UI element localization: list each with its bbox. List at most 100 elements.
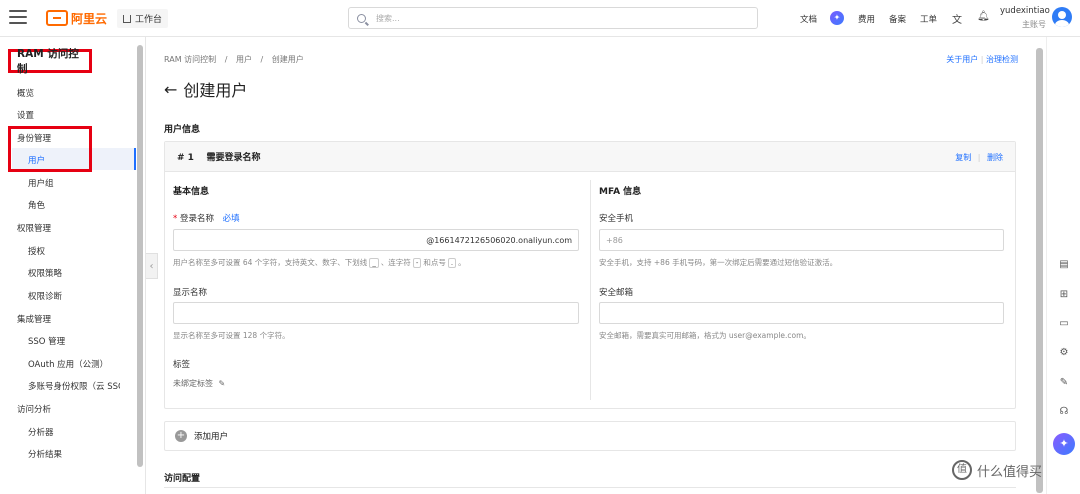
- breadcrumb-sep: /: [224, 55, 228, 64]
- top-links-sep: |: [980, 55, 984, 64]
- sidebar-scrollbar[interactable]: [137, 45, 143, 467]
- search-input[interactable]: 搜索...: [348, 7, 758, 29]
- sidebar-title: RAM 访问控制: [8, 48, 92, 75]
- top-links: 关于用户 | 治理检测: [946, 54, 1018, 65]
- docs-link[interactable]: 文档: [800, 13, 817, 25]
- login-name-suffix: @1661472126506020.onaliyun.com: [426, 235, 572, 245]
- card-header-title: # 1 需要登录名称: [177, 153, 261, 163]
- add-user-label: 添加用户: [194, 432, 229, 442]
- search-placeholder: 搜索...: [376, 13, 400, 23]
- aliyun-logo[interactable]: 阿里云: [46, 9, 107, 27]
- breadcrumb-sep: /: [260, 55, 264, 64]
- main-scrollbar[interactable]: [1036, 48, 1043, 493]
- phone-input[interactable]: +86: [599, 229, 1004, 251]
- search-icon: [357, 13, 366, 23]
- workspace-button[interactable]: 工作台: [117, 9, 169, 28]
- ai-assistant-icon[interactable]: ✦: [830, 11, 844, 25]
- edit-icon[interactable]: ✎: [219, 379, 226, 388]
- sidebar-item-settings[interactable]: 设置: [17, 109, 34, 121]
- logo-text: 阿里云: [71, 11, 108, 26]
- right-toolbar: ▤ ⊞ ▭ ⚙ ✎ ☊ ✦: [1046, 37, 1080, 494]
- sidebar-item-policies[interactable]: 权限策略: [28, 267, 62, 279]
- sidebar-item-overview[interactable]: 概览: [17, 87, 34, 99]
- avatar[interactable]: [1052, 7, 1072, 27]
- tag-value: 未绑定标签: [173, 379, 213, 388]
- copy-button[interactable]: 复制: [955, 153, 971, 162]
- about-users-link[interactable]: 关于用户: [946, 55, 978, 64]
- basic-info-title: 基本信息: [173, 187, 210, 197]
- home-icon: [123, 14, 131, 23]
- required-hint: 必填: [222, 214, 240, 224]
- sidebar-item-roles[interactable]: 角色: [28, 199, 45, 211]
- sidebar: RAM 访问控制 概览 设置 身份管理 用户 用户组 角色 权限管理 授权 权限…: [0, 37, 146, 494]
- back-arrow-icon[interactable]: ←: [164, 80, 177, 99]
- sidebar-group-permissions[interactable]: 权限管理: [17, 222, 51, 234]
- governance-check-link[interactable]: 治理检测: [986, 55, 1018, 64]
- billing-link[interactable]: 费用: [858, 13, 875, 25]
- mfa-info-title: MFA 信息: [599, 187, 642, 197]
- tag-label: 标签: [173, 360, 191, 370]
- plus-icon: +: [175, 430, 187, 442]
- email-label: 安全邮箱: [599, 288, 634, 298]
- support-icon[interactable]: ☊: [1058, 406, 1070, 418]
- section-access-config: 访问配置: [164, 474, 201, 484]
- terminal-icon[interactable]: ▭: [1058, 318, 1070, 330]
- card-header: # 1 需要登录名称 复制 | 删除: [165, 142, 1015, 172]
- page-title-text: 创建用户: [183, 81, 248, 100]
- column-divider: [590, 180, 591, 400]
- hint-kbd-hyphen: -: [412, 258, 422, 268]
- language-icon[interactable]: 文: [952, 11, 962, 26]
- tag-row[interactable]: 未绑定标签 ✎: [173, 378, 225, 389]
- icp-link[interactable]: 备案: [889, 13, 906, 25]
- hint-text: 和点号: [423, 258, 446, 267]
- main-content: RAM 访问控制 / 用户 / 创建用户 关于用户 | 治理检测 ← 创建用户 …: [147, 37, 1032, 494]
- sidebar-item-analysis-results[interactable]: 分析结果: [28, 448, 62, 460]
- required-mark: *: [173, 214, 178, 224]
- sidebar-item-user-groups[interactable]: 用户组: [28, 177, 54, 189]
- user-role: 主账号: [1022, 20, 1046, 29]
- breadcrumb-users[interactable]: 用户: [236, 55, 252, 64]
- sidebar-item-oauth[interactable]: OAuth 应用（公测）: [28, 358, 108, 370]
- feedback-edit-icon[interactable]: ✎: [1058, 377, 1070, 389]
- sidebar-item-sso[interactable]: SSO 管理: [28, 335, 65, 347]
- user-name: yudexintiao: [1000, 6, 1050, 16]
- display-name-hint: 显示名称至多可设置 128 个字符。: [173, 331, 290, 340]
- bell-icon[interactable]: 🔔︎: [977, 11, 990, 22]
- hint-text: 。: [458, 258, 466, 267]
- user-card: # 1 需要登录名称 复制 | 删除 基本信息 * 登录名称 必填 @16614…: [164, 141, 1016, 409]
- delete-button[interactable]: 删除: [987, 153, 1003, 162]
- sidebar-item-analyzer[interactable]: 分析器: [28, 426, 54, 438]
- display-name-label: 显示名称: [173, 288, 208, 298]
- section-user-info: 用户信息: [164, 125, 201, 135]
- hint-text: 、连字符: [380, 258, 411, 267]
- breadcrumb-ram[interactable]: RAM 访问控制: [164, 55, 216, 64]
- card-actions: 复制 | 删除: [951, 152, 1003, 163]
- sidebar-item-diagnosis[interactable]: 权限诊断: [28, 290, 62, 302]
- user-info[interactable]: yudexintiao 主账号: [1000, 6, 1050, 30]
- breadcrumb-current: 创建用户: [271, 55, 304, 64]
- document-icon[interactable]: ▤: [1058, 259, 1070, 271]
- email-input[interactable]: [599, 302, 1004, 324]
- sidebar-group-access-analysis[interactable]: 访问分析: [17, 403, 51, 415]
- login-name-input[interactable]: @1661472126506020.onaliyun.com: [173, 229, 579, 251]
- login-name-label-text: 登录名称: [179, 214, 214, 224]
- api-icon[interactable]: ⊞: [1058, 289, 1070, 301]
- sidebar-item-grants[interactable]: 授权: [28, 245, 45, 257]
- ticket-link[interactable]: 工单: [920, 13, 937, 25]
- ai-assistant-icon[interactable]: ✦: [1053, 433, 1075, 455]
- highlight-annotation-box: [8, 126, 92, 172]
- phone-label: 安全手机: [599, 214, 634, 224]
- add-user-button[interactable]: + 添加用户: [164, 421, 1016, 451]
- login-name-hint: 用户名称至多可设置 64 个字符，支持英文、数字、下划线 _ 、连字符 - 和点号.。: [173, 257, 466, 268]
- login-name-label: * 登录名称 必填: [173, 212, 240, 224]
- gear-icon[interactable]: ⚙: [1058, 347, 1070, 359]
- hint-kbd-underscore: _: [369, 258, 379, 268]
- sidebar-group-integration[interactable]: 集成管理: [17, 313, 51, 325]
- hint-text: 用户名称至多可设置 64 个字符，支持英文、数字、下划线: [173, 258, 368, 267]
- sidebar-item-cloud-sso[interactable]: 多账号身份权限（云 SSO: [28, 380, 120, 392]
- phone-hint: 安全手机，支持 +86 手机号码，第一次绑定后需要通过短信验证激活。: [599, 258, 838, 267]
- display-name-input[interactable]: [173, 302, 579, 324]
- access-config-panel: [164, 487, 1016, 494]
- hamburger-menu-icon[interactable]: [9, 10, 27, 26]
- workspace-label: 工作台: [135, 15, 163, 25]
